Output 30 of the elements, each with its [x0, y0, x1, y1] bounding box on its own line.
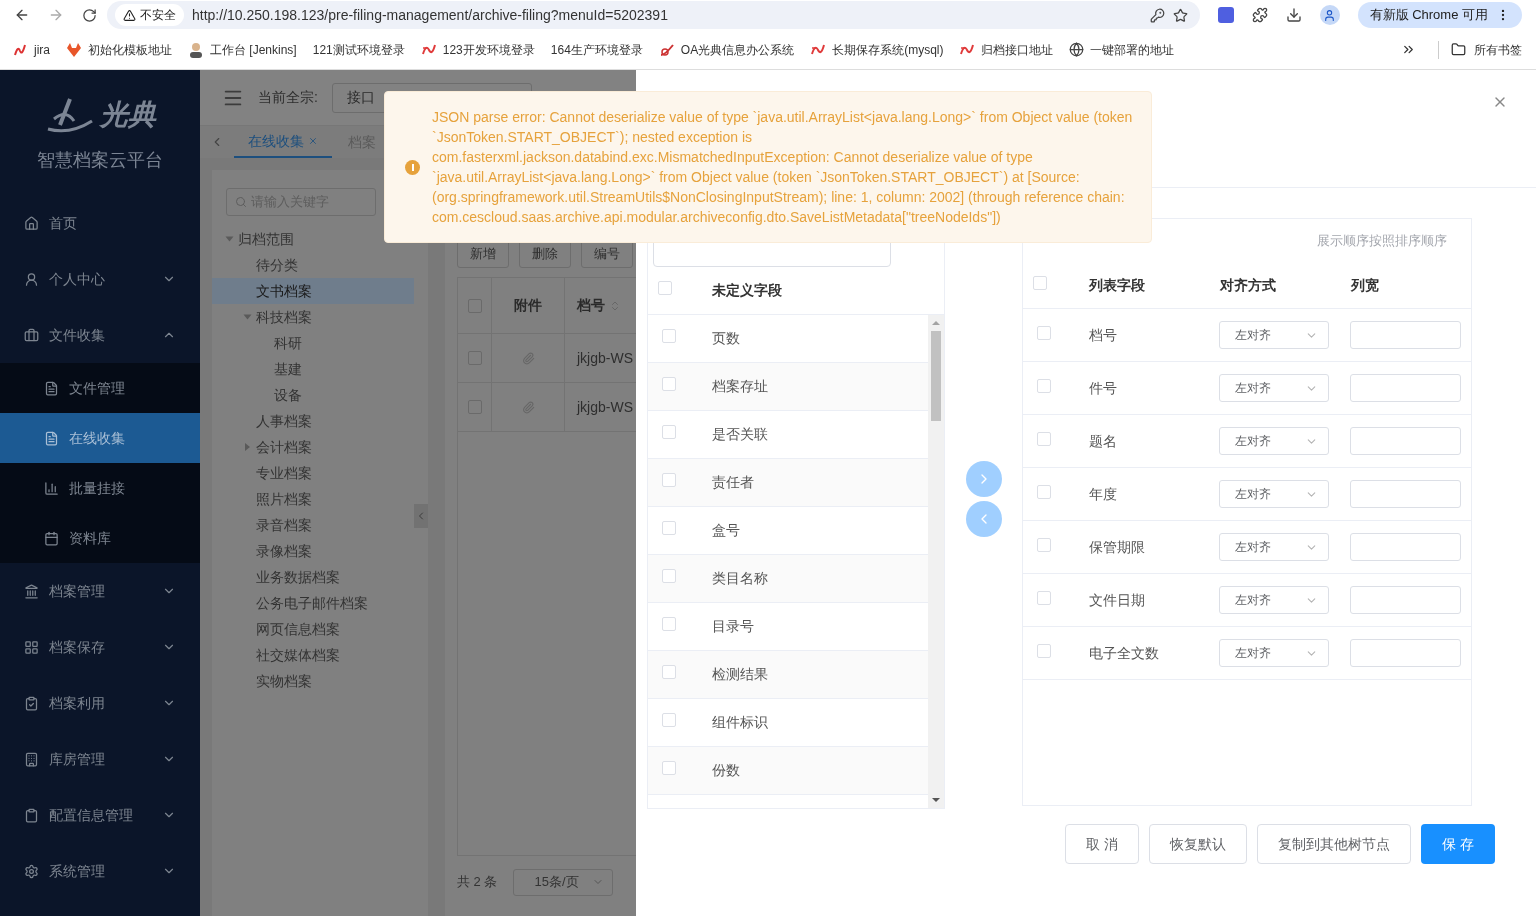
field-name: 保管期限	[1089, 537, 1146, 557]
field-name: 是否关联	[712, 425, 768, 444]
field-name: 份数	[712, 761, 740, 780]
field-name: 文件日期	[1089, 590, 1146, 610]
field-name: 检测结果	[712, 665, 768, 684]
hint-text: 展示顺序按照排序顺序	[1317, 232, 1447, 251]
column-header: 列宽	[1351, 276, 1379, 295]
column-header: 附件	[491, 278, 564, 333]
field-name: 组件标识	[712, 713, 768, 732]
column-header: 列表字段	[1089, 276, 1146, 295]
total-count: 共 2 条	[457, 873, 498, 892]
field-name: 电子全文数	[1089, 643, 1160, 663]
field-name: 件号	[1089, 378, 1118, 398]
field-name: 档案存址	[712, 377, 768, 396]
field-name: 责任者	[712, 473, 754, 492]
fonds-label: 当前全宗:	[258, 88, 318, 107]
toast-message: JSON parse error: Cannot deserialize value of type `java.util.ArrayList<java.lang.Long>` from Object value (token `JsonToken.START_OBJECT`); nested exception is com.fasterxml.jackson.databind.exc.MismatchedInputException: Cannot deserialize value of type `java.util.ArrayList<java.lang.Long>` from Object value (token `JsonToken.START_OBJECT`) at [Source: (org.springframework.util.StreamUtils$NonClosingInputStream); line: 1, column: 2002] (through reference chain: com.cescloud.saas.archive.api.modular.archiveconfig.dto.SaveListMetadata["treeNodeIds"])	[432, 108, 1133, 227]
field-name: 档号	[1089, 325, 1118, 345]
platform-name: 智慧档案云平台	[37, 149, 163, 172]
field-name: 年度	[1089, 484, 1118, 504]
field-name: 题名	[1089, 431, 1118, 451]
logo-text: 光典	[100, 101, 156, 129]
field-name: 类目名称	[712, 569, 768, 588]
column-header: 未定义字段	[712, 281, 782, 300]
url-text: http://10.250.198.123/pre-filing-management/archive-filing?menuId=5202391	[192, 5, 669, 25]
column-header: 对齐方式	[1220, 276, 1277, 295]
security-label: 不安全	[140, 7, 176, 24]
field-name: 页数	[712, 329, 740, 348]
field-name: 目录号	[712, 617, 754, 636]
field-name: 盒号	[712, 521, 740, 540]
